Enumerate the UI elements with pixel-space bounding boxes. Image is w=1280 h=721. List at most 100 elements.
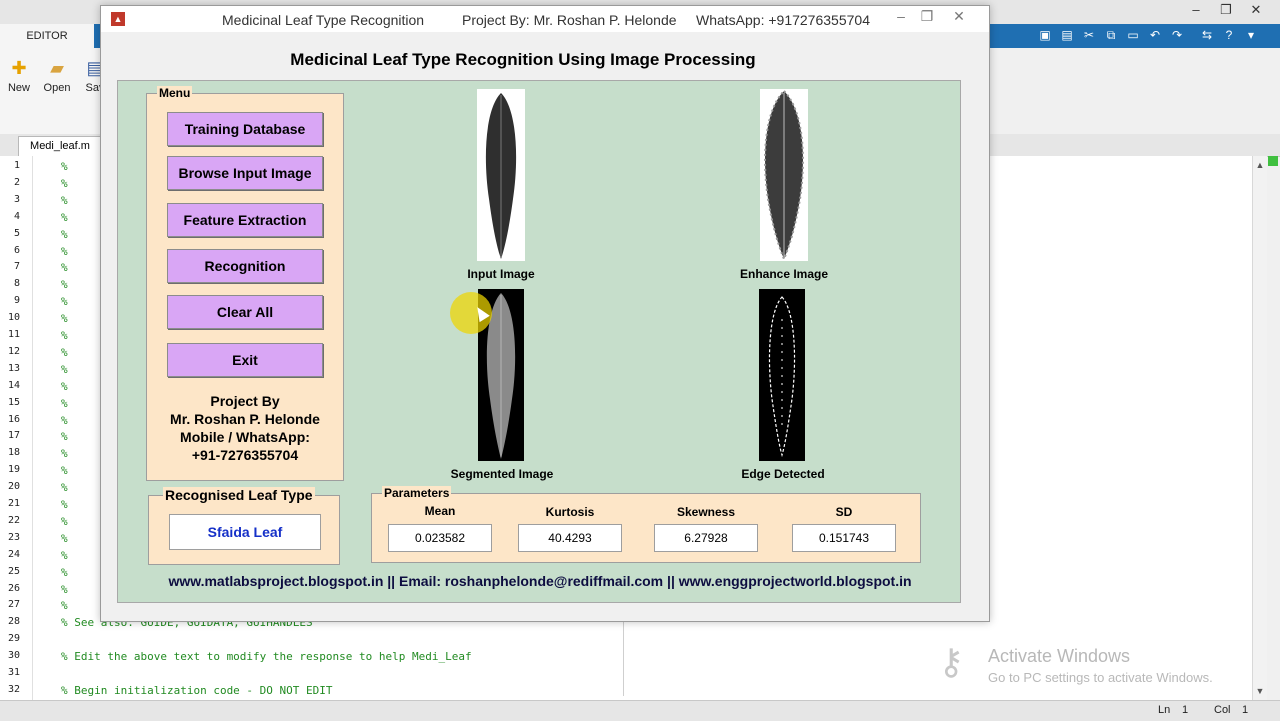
line-number: 1: [13, 160, 20, 171]
parameters-title: Parameters: [382, 486, 452, 500]
line-number: 25: [7, 565, 20, 577]
line-number: 10: [7, 312, 20, 324]
code-line: %: [61, 413, 68, 427]
code-line: %: [61, 447, 68, 461]
code-line: %: [61, 176, 68, 190]
clear-all-button[interactable]: Clear All: [167, 295, 323, 329]
maximize-icon[interactable]: ❐: [1214, 2, 1238, 18]
scroll-up-icon[interactable]: ▲: [1253, 160, 1267, 170]
code-line: %: [61, 430, 68, 444]
project-by-label: Project By: [210, 393, 280, 409]
footer-links: www.matlabsproject.blogspot.in || Email:…: [168, 573, 912, 589]
parameters-panel: Parameters Mean 0.023582 Kurtosis 40.429…: [371, 486, 921, 563]
redo-icon[interactable]: ↷: [1170, 28, 1184, 42]
project-phone: +91-7276355704: [191, 447, 299, 463]
input-leaf-graphic: [485, 93, 517, 259]
quick-access-toolbar: ▣ ▤ ✂ ⧉ ▭ ↶ ↷ ⇆ ? ▾: [988, 24, 1280, 48]
code-line: %: [61, 295, 68, 309]
matlab-window-controls: – ❐ ✕: [1184, 2, 1274, 20]
code-line: %: [61, 227, 68, 241]
status-bar: Ln 1 Col 1: [0, 700, 1280, 721]
skewness-label: Skewness: [676, 505, 736, 519]
window-whatsapp: WhatsApp: +917276355704: [696, 12, 870, 28]
input-image-label: Input Image: [467, 267, 535, 281]
input-image: [477, 89, 525, 261]
maximize-icon[interactable]: ❐: [917, 8, 937, 25]
key-icon: ⚷: [938, 641, 965, 682]
open-button[interactable]: ▰ Open: [38, 56, 76, 94]
switch-windows-icon[interactable]: ⇆: [1200, 28, 1214, 42]
code-line: %: [61, 193, 68, 207]
activate-windows-subtitle: Go to PC settings to activate Windows.: [988, 670, 1213, 685]
line-number: 29: [7, 633, 20, 645]
edge-detected-label: Edge Detected: [741, 467, 825, 481]
close-icon[interactable]: ✕: [1244, 2, 1268, 18]
matlab-logo-icon: ▲: [111, 12, 125, 26]
code-lines: [0, 0, 1, 1]
recognition-button[interactable]: Recognition: [167, 249, 323, 283]
activate-windows-title: Activate Windows: [988, 646, 1131, 666]
browse-input-image-button[interactable]: Browse Input Image: [167, 156, 323, 190]
enhance-image: [760, 89, 808, 261]
line-number: 6: [13, 244, 20, 256]
feature-extraction-button[interactable]: Feature Extraction: [167, 203, 323, 237]
cut-icon[interactable]: ✂: [1082, 28, 1096, 42]
code-line: % Edit the above text to modify the resp…: [61, 650, 472, 664]
mean-value: 0.023582: [388, 524, 492, 552]
code-line: %: [61, 481, 68, 495]
code-analyzer-indicator[interactable]: [1268, 156, 1278, 166]
skewness-value: 6.27928: [654, 524, 758, 552]
line-number: 31: [7, 667, 20, 678]
code-line: % Begin initialization code - DO NOT EDI…: [61, 683, 333, 697]
line-number: 8: [13, 278, 20, 290]
code-line: %: [61, 565, 68, 579]
menu-title: Menu: [157, 86, 193, 100]
sd-label: SD: [835, 505, 853, 519]
layout-icon[interactable]: ▣: [1038, 28, 1052, 42]
undo-icon[interactable]: ↶: [1148, 28, 1162, 42]
tab-editor[interactable]: EDITOR: [0, 24, 94, 48]
help-dropdown-icon[interactable]: ▾: [1244, 28, 1258, 42]
training-database-button[interactable]: Training Database: [167, 112, 323, 146]
paste-icon[interactable]: ▭: [1126, 28, 1140, 42]
scroll-down-icon[interactable]: ▼: [1253, 686, 1267, 696]
segmented-image-label: Segmented Image: [450, 467, 554, 481]
gui-title-bar: ▲ Medicinal Leaf Type Recognition Projec…: [101, 6, 989, 32]
line-number: 24: [7, 548, 20, 560]
line-number: 17: [7, 430, 20, 442]
code-line: %: [61, 210, 68, 224]
kurtosis-label: Kurtosis: [545, 505, 595, 519]
recognised-leaf-title: Recognised Leaf Type: [163, 487, 315, 503]
line-number: 12: [7, 345, 20, 357]
code-line: %: [61, 379, 68, 393]
sd-value: 0.151743: [792, 524, 896, 552]
exit-button[interactable]: Exit: [167, 343, 323, 377]
gui-window: ▲ Medicinal Leaf Type Recognition Projec…: [100, 5, 990, 622]
edge-detected-image: [759, 289, 805, 461]
line-value: 1: [1182, 704, 1189, 716]
line-number: 9: [13, 295, 20, 307]
code-line: %: [61, 599, 68, 613]
column-value: 1: [1242, 704, 1249, 716]
file-tab-medi-leaf[interactable]: Medi_leaf.m: [18, 136, 102, 157]
line-number: 21: [7, 498, 20, 509]
line-number: 18: [7, 447, 20, 459]
close-icon[interactable]: ✕: [949, 8, 969, 25]
line-number: 20: [7, 481, 20, 493]
new-button[interactable]: ✚ New: [0, 56, 38, 94]
kurtosis-value: 40.4293: [518, 524, 622, 552]
help-icon[interactable]: ?: [1222, 28, 1236, 42]
line-number: 30: [7, 650, 20, 662]
minimize-icon[interactable]: –: [891, 8, 911, 24]
line-number: 15: [7, 396, 20, 408]
project-author: Mr. Roshan P. Helonde: [170, 411, 320, 427]
code-line: %: [61, 329, 68, 342]
save-icon[interactable]: ▤: [1060, 28, 1074, 42]
code-line: %: [61, 498, 68, 511]
main-panel: Menu Training Database Browse Input Imag…: [117, 80, 961, 603]
editor-scrollbar[interactable]: ▲ ▼: [1252, 156, 1267, 700]
line-number: 19: [7, 464, 20, 476]
minimize-icon[interactable]: –: [1184, 2, 1208, 17]
window-title: Medicinal Leaf Type Recognition: [222, 12, 425, 28]
copy-icon[interactable]: ⧉: [1104, 28, 1118, 42]
